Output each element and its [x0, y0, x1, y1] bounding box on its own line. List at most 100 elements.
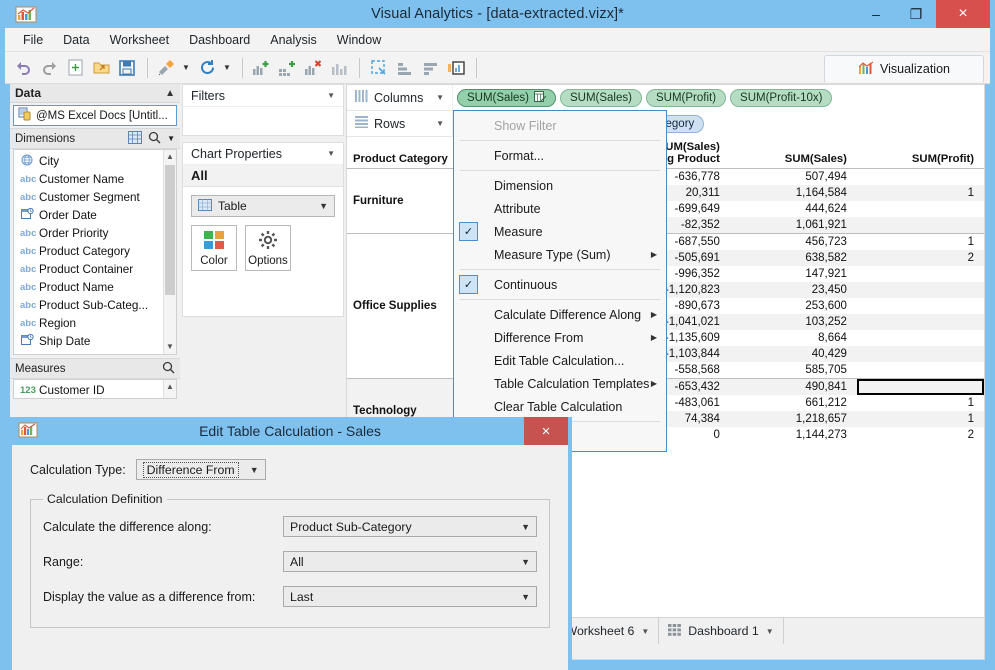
chevron-down-icon[interactable]: ▼ — [513, 557, 530, 567]
menu-item-format[interactable]: Format... — [454, 144, 666, 167]
caret-down-icon[interactable]: ▼ — [641, 627, 649, 636]
undo-icon[interactable] — [11, 56, 35, 80]
menu-item-clear-table-calculation[interactable]: Clear Table Calculation — [454, 395, 666, 418]
chevron-down-icon[interactable]: ▼ — [327, 149, 335, 158]
dimensions-scrollbar[interactable]: ▲ ▼ — [163, 150, 176, 354]
dimensions-menu-caret-icon[interactable]: ▼ — [167, 134, 175, 143]
profit-cell — [856, 314, 984, 330]
connect-data-icon[interactable] — [154, 56, 178, 80]
pill-sum-sales[interactable]: SUM(Sales) — [559, 88, 642, 107]
maximize-button[interactable]: ❐ — [896, 0, 936, 28]
dimension-item[interactable]: abc Region — [14, 314, 176, 332]
profit-cell-selected[interactable] — [856, 378, 984, 395]
add-chart-icon[interactable] — [249, 56, 273, 80]
submenu-arrow-icon: ▶ — [650, 310, 657, 319]
search-icon[interactable] — [162, 361, 175, 377]
caret-down-icon[interactable]: ▼ — [766, 627, 774, 636]
dimension-item[interactable]: Ship Date — [14, 332, 176, 350]
open-folder-icon[interactable] — [89, 56, 113, 80]
pill-sum-profit-10x[interactable]: SUM(Profit-10x) — [730, 88, 833, 107]
menu-item-edit-table-calculation[interactable]: Edit Table Calculation... — [454, 349, 666, 372]
dimension-item[interactable]: abc Customer Segment — [14, 188, 176, 206]
dialog-close-button[interactable]: × — [524, 417, 568, 445]
dimension-item[interactable]: Order Date — [14, 206, 176, 224]
refresh-icon[interactable] — [195, 56, 219, 80]
menu-window[interactable]: Window — [327, 30, 391, 50]
menu-item-continuous[interactable]: ✓ Continuous — [454, 273, 666, 296]
scroll-down-icon[interactable]: ▼ — [164, 340, 176, 354]
dimension-item[interactable]: abc Product Sub-Categ... — [14, 296, 176, 314]
mark-type-value: Table — [218, 199, 247, 213]
menu-item-table-calculation-templates[interactable]: Table Calculation Templates ▶ — [454, 372, 666, 395]
mark-type-select[interactable]: Table ▼ — [191, 195, 335, 217]
dimension-item[interactable]: City — [14, 152, 176, 170]
dimension-item[interactable]: abc Product Container — [14, 260, 176, 278]
scrollbar-thumb[interactable] — [165, 165, 175, 295]
menu-item-dimension[interactable]: Dimension — [454, 174, 666, 197]
refresh-caret-icon[interactable]: ▼ — [221, 57, 233, 79]
scroll-up-icon[interactable]: ▲ — [164, 150, 176, 164]
chevron-down-icon[interactable]: ▼ — [436, 93, 444, 102]
dimension-item[interactable]: abc Customer Name — [14, 170, 176, 188]
chevron-down-icon[interactable]: ▼ — [319, 201, 328, 211]
new-sheet-icon[interactable] — [63, 56, 87, 80]
menu-item-measure-type[interactable]: Measure Type (Sum) ▶ — [454, 243, 666, 266]
select-icon[interactable] — [366, 56, 390, 80]
datasource-item[interactable]: @MS Excel Docs [Untitl... — [13, 105, 177, 126]
sort-desc-icon[interactable] — [418, 56, 442, 80]
calculation-type-select[interactable]: Difference From ▼ — [135, 459, 266, 480]
menu-item-measure[interactable]: ✓ Measure — [454, 220, 666, 243]
difference-from-select[interactable]: Last ▼ — [283, 586, 537, 607]
menu-item-calculate-difference-along[interactable]: Calculate Difference Along ▶ — [454, 303, 666, 326]
difference-along-select[interactable]: Product Sub-Category ▼ — [283, 516, 537, 537]
menu-worksheet[interactable]: Worksheet — [100, 30, 180, 50]
abc-icon: abc — [20, 263, 37, 275]
resize-handle-icon[interactable]: ▲ — [165, 88, 175, 99]
color-button[interactable]: Color — [191, 225, 237, 271]
dimensions-list[interactable]: City abc Customer Name abc Customer Segm… — [13, 149, 177, 355]
dimension-item[interactable]: abc Product Name — [14, 278, 176, 296]
search-icon[interactable] — [148, 131, 161, 147]
sheet-tab-dashboard-1[interactable]: Dashboard 1 ▼ — [659, 618, 784, 644]
visualization-tab-button[interactable]: Visualization — [824, 55, 984, 82]
connect-data-caret-icon[interactable]: ▼ — [180, 57, 192, 79]
chevron-down-icon[interactable]: ▼ — [513, 592, 530, 602]
bar-chart-icon[interactable] — [327, 56, 351, 80]
highlight-icon[interactable] — [444, 56, 468, 80]
dimension-label: Ship Mode — [39, 353, 95, 355]
menu-data[interactable]: Data — [53, 30, 99, 50]
range-select[interactable]: All ▼ — [283, 551, 537, 572]
pill-sum-sales-calc[interactable]: SUM(Sales) — [457, 88, 556, 107]
remove-chart-icon[interactable] — [301, 56, 325, 80]
dimension-item[interactable]: abc Ship Mode — [14, 350, 176, 355]
measures-list[interactable]: 123 Customer ID ▲ — [13, 379, 177, 399]
profit-cell — [857, 201, 984, 217]
minimize-button[interactable]: – — [856, 0, 896, 28]
date-icon — [20, 207, 34, 223]
columns-drop-area[interactable]: SUM(Sales) SUM(Sales) SUM(Profit) SUM(Pr… — [452, 84, 984, 111]
menu-item-difference-from[interactable]: Difference From ▶ — [454, 326, 666, 349]
close-button[interactable]: × — [936, 0, 990, 28]
chevron-down-icon[interactable]: ▼ — [242, 465, 259, 475]
scroll-up-icon[interactable]: ▲ — [164, 380, 176, 394]
menu-item-attribute[interactable]: Attribute — [454, 197, 666, 220]
chevron-down-icon[interactable]: ▼ — [513, 522, 530, 532]
redo-icon[interactable] — [37, 56, 61, 80]
menu-dashboard[interactable]: Dashboard — [179, 30, 260, 50]
chevron-down-icon[interactable]: ▼ — [436, 119, 444, 128]
chevron-down-icon[interactable]: ▼ — [327, 91, 335, 100]
menu-file[interactable]: File — [13, 30, 53, 50]
save-icon[interactable] — [115, 56, 139, 80]
menu-analysis[interactable]: Analysis — [260, 30, 327, 50]
options-button[interactable]: Options — [245, 225, 291, 271]
grid-view-icon[interactable] — [128, 130, 143, 147]
measure-item[interactable]: 123 Customer ID — [14, 381, 176, 398]
chart-properties-title: Chart Properties — [191, 146, 283, 161]
dimension-item[interactable]: abc Product Category — [14, 242, 176, 260]
sort-asc-icon[interactable] — [392, 56, 416, 80]
dimension-item[interactable]: abc Order Priority — [14, 224, 176, 242]
pill-sum-profit[interactable]: SUM(Profit) — [645, 88, 727, 107]
measures-scrollbar[interactable]: ▲ — [163, 380, 176, 398]
add-grid-icon[interactable] — [275, 56, 299, 80]
sales-cell: 585,705 — [805, 364, 847, 376]
